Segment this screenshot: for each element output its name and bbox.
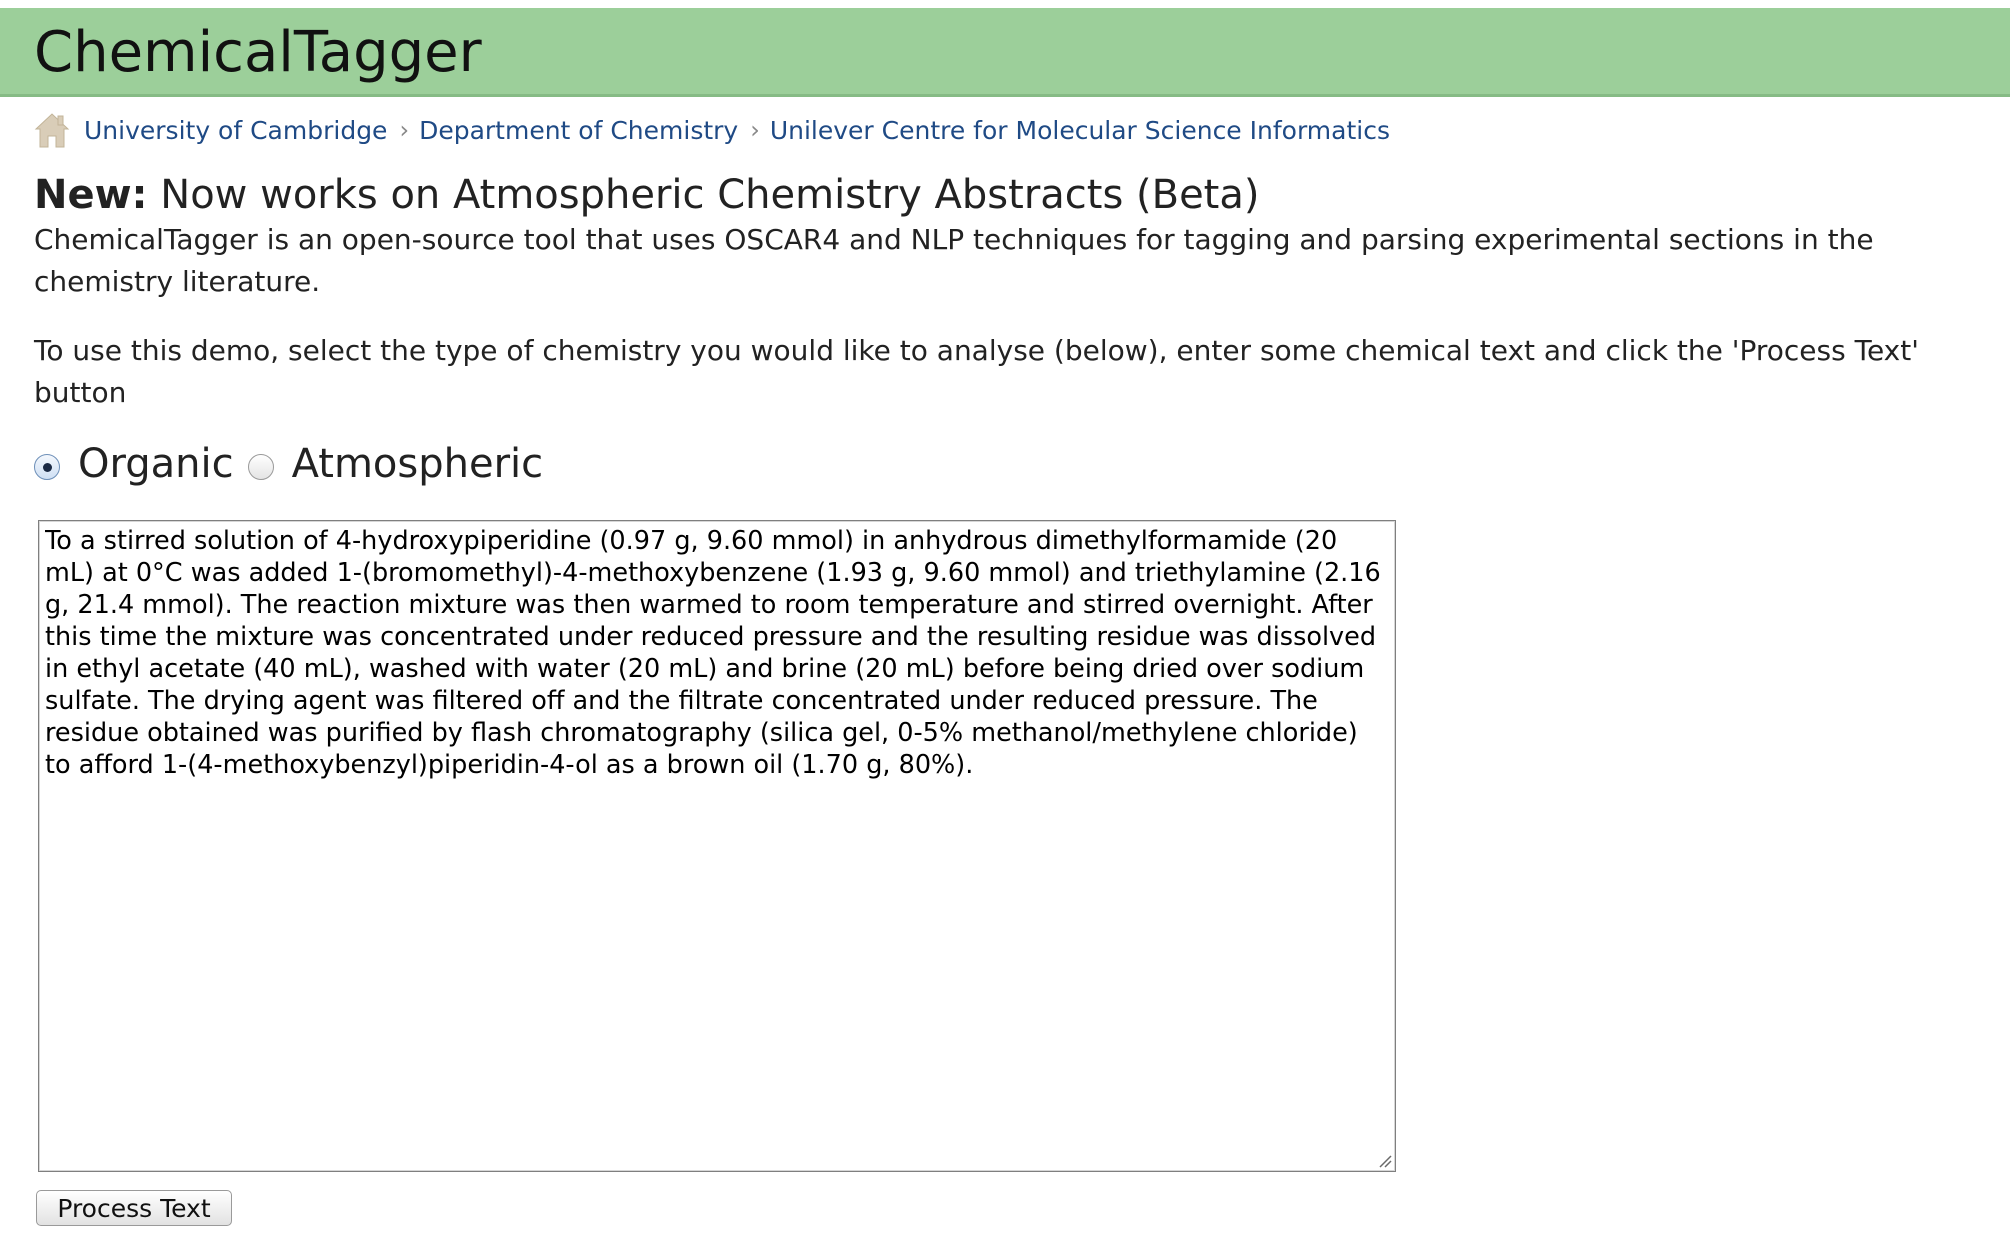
chemical-text-content[interactable]: To a stirred solution of 4-hydroxypiperi…	[45, 525, 1389, 1165]
breadcrumb-university[interactable]: University of Cambridge	[84, 116, 387, 145]
atmospheric-radio[interactable]	[247, 454, 274, 480]
radio-selected-dot	[42, 462, 52, 472]
home-icon[interactable]	[34, 111, 70, 149]
process-text-button[interactable]: Process Text	[36, 1190, 232, 1226]
site-title: ChemicalTagger	[34, 20, 482, 85]
headline-new-label: New:	[34, 172, 148, 218]
breadcrumb-centre[interactable]: Unilever Centre for Molecular Science In…	[770, 116, 1390, 145]
headline-text: Now works on Atmospheric Chemistry Abstr…	[147, 172, 1260, 218]
intro-paragraph: ChemicalTagger is an open-source tool th…	[34, 223, 1874, 298]
breadcrumb-separator: ›	[750, 116, 760, 144]
chemical-text-input[interactable]: To a stirred solution of 4-hydroxypiperi…	[38, 520, 1396, 1172]
page: ChemicalTagger University of Cambridge ›…	[0, 0, 2010, 1246]
breadcrumb-separator: ›	[399, 116, 410, 144]
headline: New: Now works on Atmospheric Chemistry …	[34, 172, 1259, 218]
breadcrumb-department[interactable]: Department of Chemistry	[419, 116, 738, 145]
header-bar: ChemicalTagger	[0, 8, 2010, 97]
top-strip	[0, 0, 2010, 8]
atmospheric-label[interactable]: Atmospheric	[292, 441, 544, 487]
breadcrumb: University of Cambridge › Department of …	[34, 110, 1390, 150]
chemistry-type-radio-group: Organic Atmospheric	[34, 436, 557, 492]
organic-label[interactable]: Organic	[78, 441, 234, 487]
organic-radio[interactable]	[34, 454, 60, 480]
instructions-paragraph: To use this demo, select the type of che…	[34, 334, 1919, 409]
resize-grip-icon[interactable]	[1376, 1152, 1392, 1168]
